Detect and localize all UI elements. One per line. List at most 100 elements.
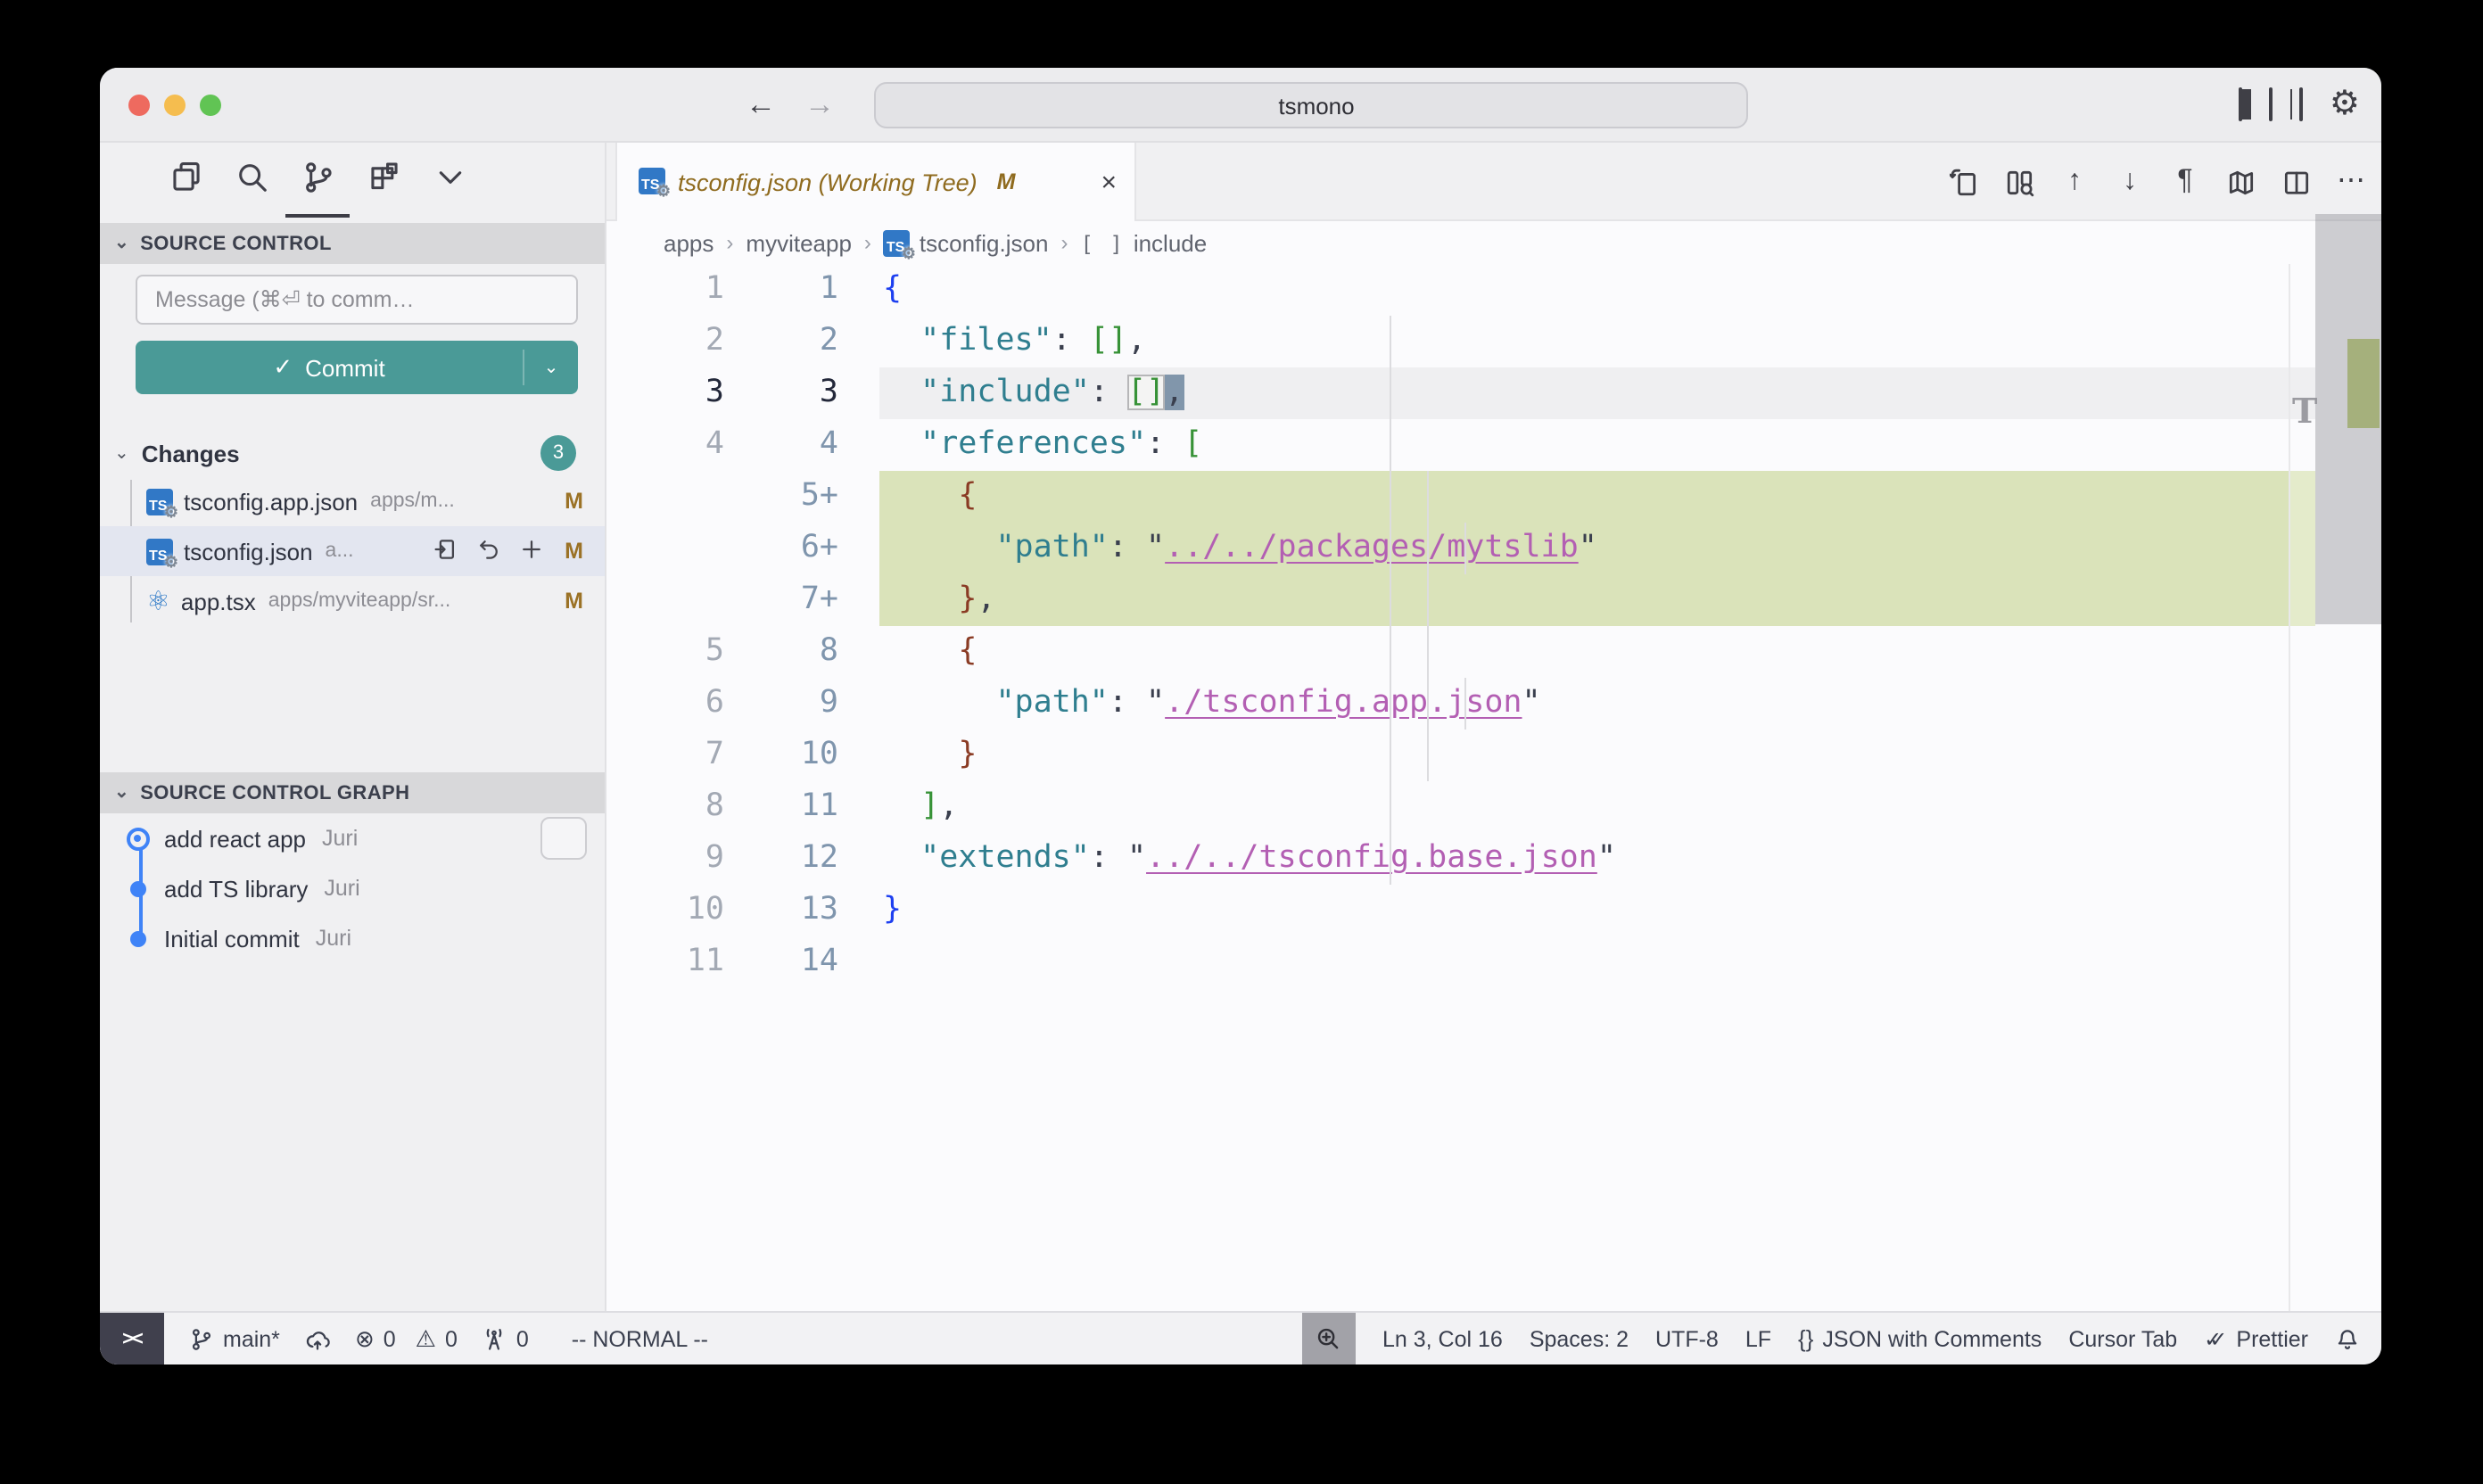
code-line[interactable]: 58 { <box>606 626 2381 678</box>
changes-count-badge: 3 <box>540 435 576 471</box>
previous-change-icon[interactable]: ↑ <box>2058 166 2091 198</box>
code-line[interactable]: 7+ }, <box>606 574 2381 626</box>
zoom-window-button[interactable] <box>200 95 221 116</box>
code-line-content: { <box>879 626 2289 678</box>
modified-status-badge: M <box>562 489 583 514</box>
status-text: 0 <box>516 1326 529 1351</box>
status-branch-status[interactable]: main* <box>189 1326 280 1351</box>
status-cursor-position[interactable]: Ln 3, Col 16 <box>1382 1326 1503 1351</box>
code-line[interactable]: 912 "extends": "../../tsconfig.base.json… <box>606 833 2381 885</box>
head-commit-dot <box>127 827 150 850</box>
changes-section-header[interactable]: ⌄ Changes 3 <box>100 433 605 473</box>
next-change-icon[interactable]: ↓ <box>2114 166 2146 198</box>
status-remote-indicator[interactable]: >< <box>100 1312 164 1364</box>
code-line[interactable]: 811 ], <box>606 781 2381 833</box>
commit-row[interactable]: add TS libraryJuri <box>100 863 605 913</box>
discard-changes-icon[interactable] <box>476 536 501 566</box>
code-line[interactable]: 22 "files": [], <box>606 316 2381 367</box>
status-vim-mode[interactable]: -- NORMAL -- <box>572 1326 708 1351</box>
commit-dropdown-button[interactable]: ⌄ <box>524 358 578 377</box>
status-encoding[interactable]: UTF-8 <box>1655 1326 1719 1351</box>
activity-item-explorer[interactable] <box>168 164 203 200</box>
path-link[interactable]: ../../packages/mytslib <box>1165 530 1579 565</box>
gutter-spacer <box>838 730 879 781</box>
status-ports-status[interactable]: 0 <box>483 1326 529 1351</box>
compare-changes-icon[interactable] <box>2003 166 2035 198</box>
status-formatter[interactable]: ✓✓Prettier <box>2204 1326 2308 1351</box>
code-token: , <box>1165 375 1184 410</box>
activity-item-source-control[interactable] <box>300 164 335 200</box>
modified-line-number: 8 <box>724 626 838 678</box>
close-window-button[interactable] <box>128 95 150 116</box>
code-token: " <box>1146 530 1165 565</box>
code-line[interactable]: 44 "references": [ <box>606 419 2381 471</box>
breadcrumb-item-apps[interactable]: apps <box>664 229 714 256</box>
split-editor-icon[interactable] <box>2280 166 2312 198</box>
code-line[interactable]: 11{ <box>606 264 2381 316</box>
status-bar-left: >< main* ⊗0⚠0 0 -- NORMAL -- <box>100 1312 708 1364</box>
commit-button[interactable]: ✓ Commit ⌄ <box>136 341 578 394</box>
back-icon[interactable]: ← <box>746 87 776 123</box>
minimize-window-button[interactable] <box>164 95 186 116</box>
map-icon[interactable] <box>2224 166 2256 198</box>
close-tab-icon[interactable]: × <box>1101 167 1117 197</box>
source-control-section-header[interactable]: ⌄ SOURCE CONTROL <box>100 223 605 264</box>
changed-file-tsconfig.app.json[interactable]: TS⚙tsconfig.app.jsonapps/m...M <box>100 476 605 526</box>
goto-commit-button[interactable] <box>540 817 587 860</box>
go-to-file-icon[interactable] <box>433 536 458 566</box>
code-line[interactable]: 33 "include": [], <box>606 367 2381 419</box>
commit-row[interactable]: add react appJuri <box>100 813 605 863</box>
tab-modified-badge: M <box>997 169 1016 194</box>
breadcrumb-label: tsconfig.json <box>920 229 1049 256</box>
commit-author: Juri <box>322 826 358 851</box>
status-bar: >< main* ⊗0⚠0 0 -- NORMAL -- Ln 3, Col 16 Spa… <box>100 1311 2381 1364</box>
code-line[interactable]: 1114 <box>606 936 2381 988</box>
toggle-whitespace-icon[interactable]: ¶ <box>2169 166 2201 198</box>
commit-message-wrap <box>136 275 576 325</box>
modified-line-number: 4 <box>724 419 838 471</box>
command-center-search[interactable]: tsmono <box>874 82 1748 128</box>
more-actions-icon[interactable]: ⋯ <box>2335 166 2367 198</box>
path-link[interactable]: ../../tsconfig.base.json <box>1146 840 1597 876</box>
settings-gear-icon[interactable]: ⚙ <box>2330 87 2360 123</box>
code-line[interactable]: 710 } <box>606 730 2381 781</box>
changed-file-app.tsx[interactable]: ⚛app.tsxapps/myviteapp/sr...M <box>100 576 605 626</box>
status-problems-status[interactable]: ⊗0⚠0 <box>355 1326 458 1351</box>
layout-panel-icon[interactable] <box>2269 89 2273 121</box>
activity-item-extensions[interactable] <box>366 164 401 200</box>
minimap[interactable]: T <box>2289 264 2315 1311</box>
source-control-graph-header[interactable]: ⌄ SOURCE CONTROL GRAPH <box>100 772 605 813</box>
open-changes-icon[interactable] <box>1948 166 1980 198</box>
layout-sidebar-left-icon[interactable] <box>2239 89 2242 121</box>
commit-message-input[interactable] <box>136 275 578 325</box>
breadcrumb-item-tsconfig.json[interactable]: TS⚙tsconfig.json <box>884 229 1049 256</box>
code-line[interactable]: 69 "path": "./tsconfig.app.json" <box>606 678 2381 730</box>
gutter-spacer <box>838 885 879 936</box>
commit-dot <box>130 930 146 946</box>
code-token <box>883 375 920 410</box>
status-language-mode[interactable]: {}JSON with Comments <box>1798 1326 2042 1351</box>
source-control-icon <box>301 161 334 203</box>
activity-item-additional-views[interactable] <box>432 164 467 200</box>
path-link[interactable]: ./tsconfig.app.json <box>1165 685 1522 721</box>
code-line[interactable]: 5+ { <box>606 471 2381 523</box>
stage-changes-icon[interactable] <box>519 536 544 566</box>
activity-item-search[interactable] <box>234 164 269 200</box>
commit-graph: add react appJuriadd TS libraryJuriIniti… <box>100 813 605 963</box>
breadcrumb-item-include[interactable]: [ ]include <box>1080 229 1207 256</box>
code-line[interactable]: 1013} <box>606 885 2381 936</box>
code-line[interactable]: 6+ "path": "../../packages/mytslib" <box>606 523 2381 574</box>
forward-icon[interactable]: → <box>804 87 835 123</box>
status-indentation[interactable]: Spaces: 2 <box>1530 1326 1629 1351</box>
breadcrumb-item-myviteapp[interactable]: myviteapp <box>746 229 852 256</box>
changed-file-tsconfig.json[interactable]: TS⚙tsconfig.jsona...M <box>100 526 605 576</box>
commit-row[interactable]: Initial commitJuri <box>100 913 605 963</box>
status-notifications[interactable] <box>2335 1326 2360 1351</box>
status-sync-status[interactable] <box>305 1326 330 1351</box>
layout-sidebar-right-icon[interactable] <box>2299 89 2303 121</box>
tab-tsconfig-working-tree[interactable]: TS⚙ tsconfig.json (Working Tree) M × <box>615 143 1136 221</box>
status-zoom-status[interactable] <box>1302 1312 1356 1364</box>
status-cursor-tab[interactable]: Cursor Tab <box>2068 1326 2177 1351</box>
status-eol-sequence[interactable]: LF <box>1745 1326 1771 1351</box>
changes-file-list: TS⚙tsconfig.app.jsonapps/m...MTS⚙tsconfi… <box>100 476 605 626</box>
